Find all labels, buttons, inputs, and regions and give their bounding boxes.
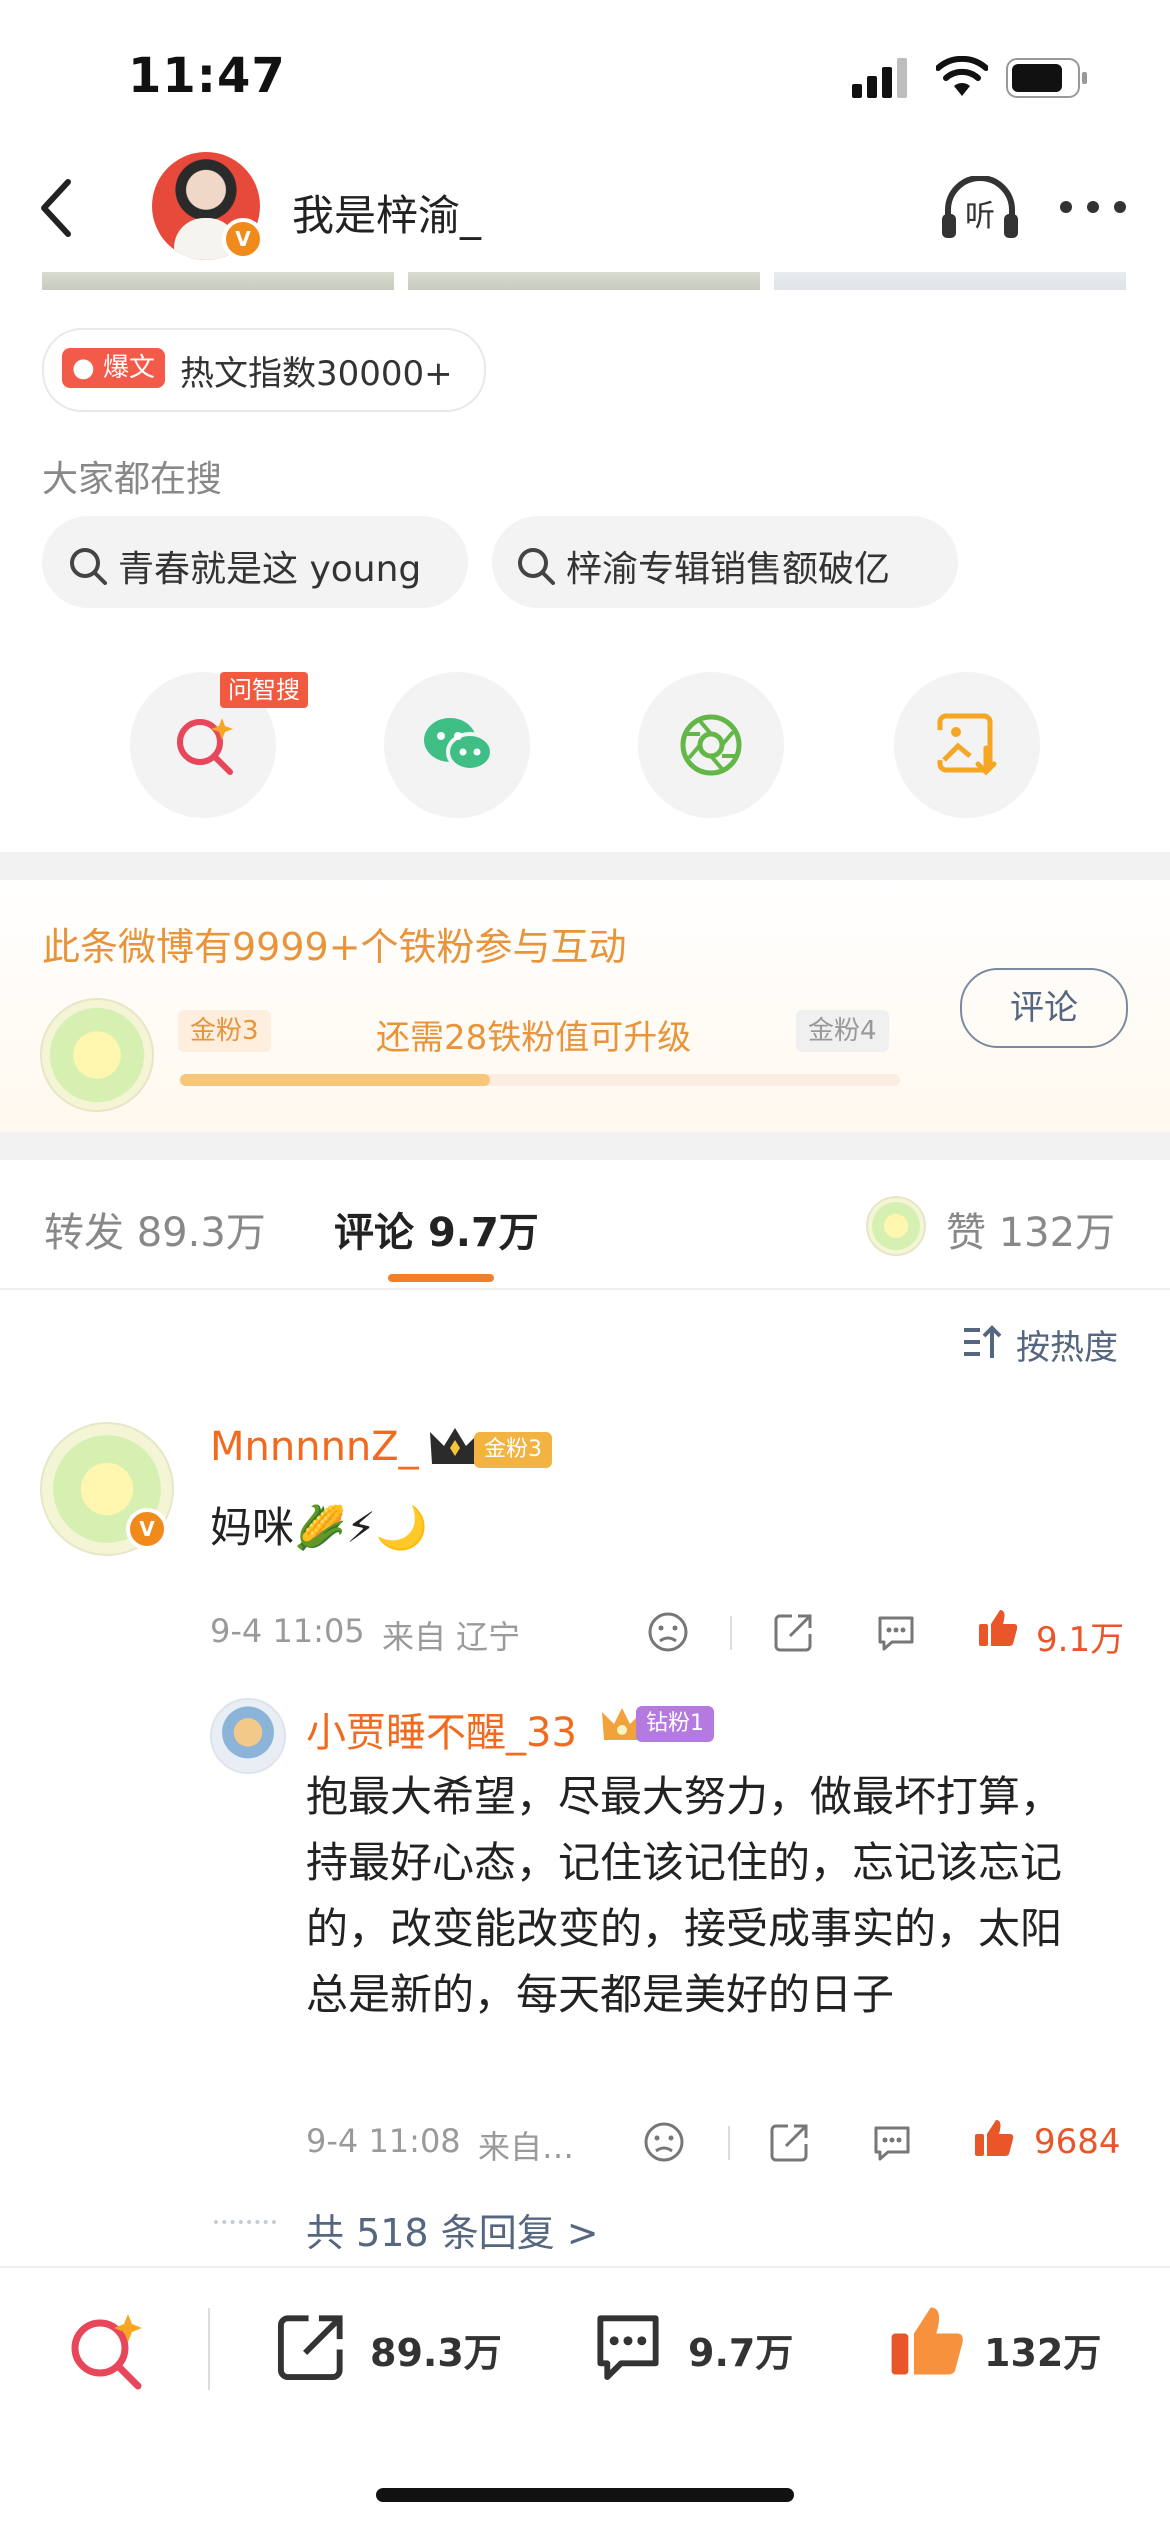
comment-icon[interactable] — [590, 2308, 666, 2384]
tab-likes-count: 132万 — [998, 1210, 1116, 1256]
search-chip-label: 青春就是这 young — [118, 549, 422, 590]
verified-badge-icon: V — [222, 218, 264, 260]
reply-text: 抱最大希望，尽最大努力，做最坏打算，持最好心态，记住该记住的，忘记该忘记的，改变… — [306, 1772, 1063, 2019]
tab-comments-count: 9.7万 — [427, 1210, 539, 1256]
wechat-icon — [424, 718, 494, 772]
like-thumb-icon[interactable] — [886, 2300, 968, 2382]
search-chip-label: 梓渝专辑销售额破亿 — [566, 549, 891, 590]
meta-divider — [730, 1616, 732, 1650]
svg-text:听: 听 — [965, 199, 995, 234]
status-time: 11:47 — [128, 48, 286, 104]
current-level-label: 金粉3 — [178, 1010, 271, 1052]
comment-text: 妈咪🌽⚡🌙 — [210, 1503, 429, 1552]
more-options-icon[interactable] — [1058, 198, 1128, 216]
active-tab-indicator — [388, 1274, 494, 1282]
photo-thumbnail[interactable] — [774, 272, 1126, 290]
comment-like-count: 9.1万 — [1036, 1620, 1125, 1660]
section-divider — [0, 852, 1170, 880]
tab-repost-label: 转发 — [44, 1210, 124, 1256]
search-icon — [518, 548, 555, 585]
wifi-icon — [936, 56, 988, 96]
search-icon — [70, 548, 107, 585]
sort-by-heat-button[interactable]: 按热度 — [1016, 1320, 1118, 1369]
home-indicator — [376, 2488, 794, 2502]
liker-avatar — [866, 1196, 926, 1256]
view-all-replies-link[interactable]: 共 518 条回复 > — [306, 2202, 599, 2257]
meta-divider — [728, 2126, 730, 2160]
iron-fans-title: 此条微博有9999+个铁粉参与互动 — [42, 925, 627, 969]
next-level-label: 金粉4 — [796, 1010, 889, 1052]
like-thumb-icon[interactable] — [976, 1606, 1020, 1650]
ai-search-icon — [177, 718, 233, 775]
tab-comments[interactable]: 评论 9.7万 — [334, 1200, 539, 1258]
repost-icon[interactable] — [274, 2308, 350, 2384]
sort-icon — [964, 1325, 1002, 1358]
repost-icon[interactable] — [772, 1610, 816, 1654]
bottom-comment-count[interactable]: 9.7万 — [688, 2322, 793, 2377]
hot-article-badge: ● 爆文 — [62, 348, 165, 388]
tab-likes-label: 赞 — [946, 1210, 986, 1256]
save-image-icon — [937, 713, 997, 776]
photo-thumbnail[interactable] — [408, 272, 760, 290]
battery-icon — [1006, 58, 1087, 98]
author-name[interactable]: 我是梓渝_ — [292, 182, 481, 243]
fan-avatar[interactable] — [40, 998, 154, 1112]
replier-name[interactable]: 小贾睡不醒_33 — [306, 1700, 577, 1758]
section-divider — [0, 1132, 1170, 1160]
bottom-like-count[interactable]: 132万 — [984, 2322, 1101, 2377]
tab-comments-label: 评论 — [334, 1210, 414, 1256]
dislike-face-icon[interactable] — [642, 2120, 686, 2164]
level-up-remaining-text: 还需28铁粉值可升级 — [376, 1018, 692, 1058]
reply-icon[interactable] — [874, 1610, 918, 1654]
tab-repost-count: 89.3万 — [136, 1210, 266, 1256]
ai-search-icon[interactable] — [66, 2310, 148, 2390]
commenter-name[interactable]: MnnnnnZ_ — [210, 1424, 419, 1470]
tab-likes[interactable]: 赞 132万 — [946, 1200, 1115, 1258]
comment-time: 9-4 11:05 — [210, 1612, 365, 1650]
iron-fans-comment-button[interactable]: 评论 — [960, 968, 1128, 1048]
repost-icon[interactable] — [768, 2120, 812, 2164]
verified-badge-icon: V — [126, 1508, 168, 1550]
bottom-divider — [208, 2308, 210, 2390]
ask-tag-badge: 问智搜 — [220, 672, 308, 708]
tab-repost[interactable]: 转发 89.3万 — [44, 1200, 266, 1258]
replier-avatar[interactable] — [210, 1698, 286, 1774]
fan-medal-badge: 金粉3 — [474, 1432, 552, 1468]
hot-article-text: 热文指数30000+ — [180, 354, 453, 394]
reply-source: 来自… — [478, 2128, 575, 2166]
reply-time: 9-4 11:08 — [306, 2122, 461, 2160]
back-button[interactable] — [36, 178, 76, 238]
listen-headphones-icon[interactable]: 听 — [940, 176, 1020, 240]
trending-search-heading: 大家都在搜 — [42, 459, 223, 500]
level-progress-fill — [180, 1074, 490, 1086]
reply-thread-dots — [214, 2220, 276, 2228]
dislike-face-icon[interactable] — [646, 1610, 690, 1654]
photo-thumbnail[interactable] — [42, 272, 394, 290]
bottom-repost-count[interactable]: 89.3万 — [370, 2322, 502, 2377]
cellular-signal-icon — [852, 58, 907, 98]
tabs-divider — [0, 1288, 1170, 1290]
reply-like-count: 9684 — [1034, 2122, 1121, 2162]
reply-icon[interactable] — [870, 2120, 914, 2164]
comment-source: 来自 辽宁 — [382, 1618, 521, 1656]
like-thumb-icon[interactable] — [972, 2116, 1016, 2160]
fan-medal-badge: 钻粉1 — [636, 1706, 714, 1742]
moments-shutter-icon — [680, 714, 742, 776]
